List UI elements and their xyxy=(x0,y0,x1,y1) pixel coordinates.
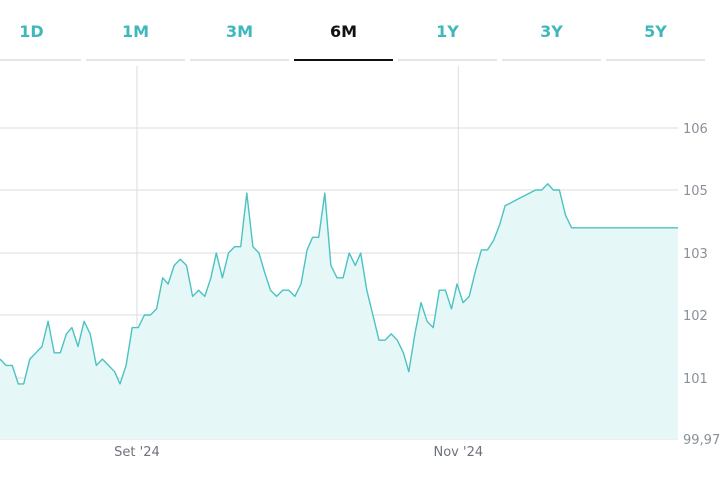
tab-underline xyxy=(502,59,601,61)
tab-1d[interactable]: 1D xyxy=(0,0,81,62)
period-tabs: 1D 1M 3M 6M 1Y 3Y 5Y xyxy=(0,0,720,62)
tab-5y[interactable]: 5Y xyxy=(606,0,705,62)
tab-3y[interactable]: 3Y xyxy=(502,0,601,62)
tab-underline xyxy=(190,59,289,61)
tab-1m[interactable]: 1M xyxy=(86,0,185,62)
tab-underline xyxy=(294,59,393,61)
price-area-chart: 106 105 103 102 101 99,97 Set '24 Nov '24 xyxy=(0,66,720,460)
y-tick-label: 103 xyxy=(683,247,708,262)
series-area xyxy=(0,183,678,439)
x-tick-label: Set '24 xyxy=(114,445,160,460)
tab-6m[interactable]: 6M xyxy=(294,0,393,62)
tab-underline xyxy=(398,59,497,61)
tab-underline xyxy=(606,59,705,61)
tab-label: 1M xyxy=(121,21,150,41)
tab-label: 5Y xyxy=(644,21,667,41)
y-tick-label: 99,97 xyxy=(683,433,720,448)
y-tick-label: 106 xyxy=(683,122,708,137)
tab-label: 1D xyxy=(19,21,44,41)
tab-label: 6M xyxy=(329,21,358,41)
x-tick-label: Nov '24 xyxy=(434,445,484,460)
tab-1y[interactable]: 1Y xyxy=(398,0,497,62)
tab-underline xyxy=(86,59,185,61)
tab-label: 3Y xyxy=(540,21,563,41)
y-tick-label: 105 xyxy=(683,184,708,199)
y-tick-label: 101 xyxy=(683,372,708,387)
y-tick-label: 102 xyxy=(683,309,708,324)
tab-label: 3M xyxy=(225,21,254,41)
tab-label: 1Y xyxy=(436,21,459,41)
tab-underline xyxy=(0,59,81,61)
tab-3m[interactable]: 3M xyxy=(190,0,289,62)
